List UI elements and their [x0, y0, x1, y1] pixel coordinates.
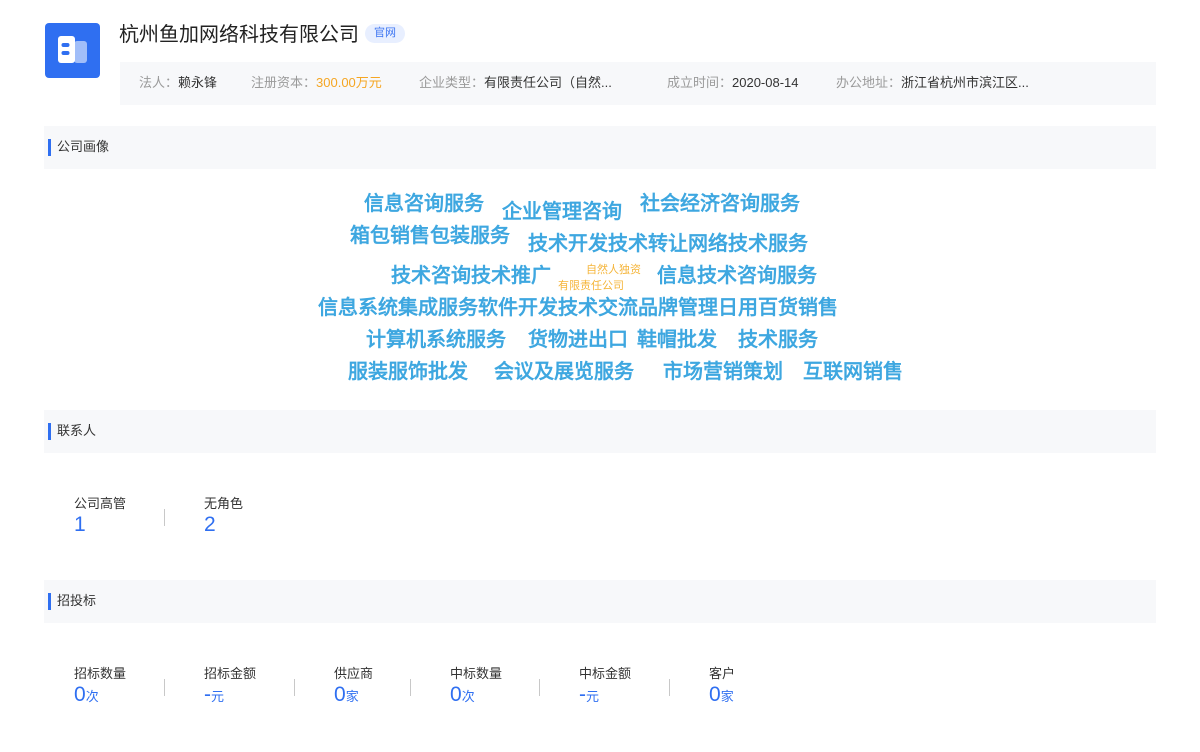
stat-value: 1	[74, 513, 126, 537]
word-cloud-tag: 技术开发	[528, 233, 608, 255]
word-cloud-tag: 鞋帽批发	[637, 329, 717, 351]
info-label: 法人：	[139, 75, 179, 90]
stat-divider	[294, 679, 295, 696]
section-contacts: 联系人	[44, 410, 1156, 453]
stat-value: 0家	[334, 683, 373, 707]
info-value: 浙江省杭州市滨江区...	[901, 75, 1029, 90]
word-cloud-tag: 有限责任公司	[558, 280, 624, 292]
word-cloud-tag: 信息系统集成服务	[318, 297, 478, 319]
company-name: 杭州鱼加网络科技有限公司	[119, 24, 359, 46]
company-logo	[45, 23, 100, 78]
bid-stat-award-count[interactable]: 中标数量 0次	[450, 663, 502, 707]
bid-stat-award-amount[interactable]: 中标金额 -元	[579, 663, 631, 707]
official-site-tag[interactable]: 官网	[365, 24, 405, 43]
stat-number: 0	[74, 683, 86, 706]
stat-value: 0次	[74, 683, 126, 707]
stat-number: 0	[334, 683, 346, 706]
section-accent-bar	[48, 139, 51, 156]
section-accent-bar	[48, 423, 51, 440]
word-cloud-tag: 会议及展览服务	[494, 361, 634, 383]
stat-label: 公司高管	[74, 496, 127, 511]
info-value[interactable]: 赖永锋	[178, 75, 217, 90]
info-legal-person: 法人：赖永锋	[139, 62, 217, 105]
word-cloud-tag: 网络技术服务	[688, 233, 808, 255]
word-cloud-tag: 技术服务	[738, 329, 818, 351]
stat-number: 2	[204, 513, 216, 536]
stat-value: 0次	[450, 683, 502, 707]
stat-label: 客户	[709, 666, 736, 681]
stat-divider	[164, 679, 165, 696]
contact-stat-executives[interactable]: 公司高管 1	[74, 493, 126, 537]
word-cloud-tag: 技术转让	[608, 233, 688, 255]
info-value: 2020-08-14	[732, 75, 799, 90]
stat-divider	[410, 679, 411, 696]
stat-number: -	[579, 683, 586, 706]
info-registered-capital: 注册资本：300.00万元	[251, 62, 382, 105]
stat-divider	[669, 679, 670, 696]
section-accent-bar	[48, 593, 51, 610]
bid-stat-customers[interactable]: 客户 0家	[709, 663, 735, 707]
word-cloud-tag: 日用百货销售	[718, 297, 838, 319]
company-info-bar: 法人：赖永锋 注册资本：300.00万元 企业类型：有限责任公司（自然... 成…	[120, 62, 1156, 105]
stat-value: 0家	[709, 683, 735, 707]
section-title: 公司画像	[57, 139, 110, 154]
building-icon	[58, 36, 87, 63]
word-cloud-tag: 包装服务	[430, 225, 510, 247]
word-cloud-tag: 箱包销售	[350, 225, 430, 247]
bid-stat-tender-amount[interactable]: 招标金额 -元	[204, 663, 256, 707]
word-cloud-tag: 自然人独资	[586, 264, 641, 276]
stat-number: -	[204, 683, 211, 706]
stat-label: 供应商	[334, 666, 374, 681]
word-cloud-tag: 市场营销策划	[663, 361, 783, 383]
stat-unit: 元	[586, 689, 600, 704]
word-cloud-tag: 货物进出口	[528, 329, 628, 351]
stat-number: 1	[74, 513, 86, 536]
stat-value: 2	[204, 513, 243, 537]
stat-unit: 家	[345, 689, 359, 704]
section-bidding: 招投标	[44, 580, 1156, 623]
word-cloud-tag: 社会经济咨询服务	[640, 193, 800, 215]
word-cloud-tag: 软件开发	[478, 297, 558, 319]
stat-label: 中标金额	[579, 666, 632, 681]
word-cloud-tag: 技术咨询	[391, 265, 471, 287]
word-cloud-tag: 品牌管理	[638, 297, 718, 319]
stat-label: 中标数量	[450, 666, 503, 681]
bid-stat-tender-count[interactable]: 招标数量 0次	[74, 663, 126, 707]
info-office-address: 办公地址：浙江省杭州市滨江区...	[836, 62, 1029, 105]
word-cloud-tag: 互联网销售	[803, 361, 903, 383]
info-label: 成立时间：	[667, 75, 733, 90]
stat-divider	[539, 679, 540, 696]
stat-value: -元	[579, 683, 631, 707]
word-cloud-tag: 技术推广	[471, 265, 551, 287]
info-value: 有限责任公司（自然...	[484, 75, 612, 90]
word-cloud-tag: 服装服饰批发	[348, 361, 468, 383]
word-cloud-tag: 计算机系统服务	[366, 329, 506, 351]
stat-number: 0	[709, 683, 721, 706]
info-label: 注册资本：	[251, 75, 317, 90]
stat-unit: 次	[85, 689, 99, 704]
stat-label: 招标数量	[74, 666, 127, 681]
word-cloud-tag: 企业管理咨询	[502, 201, 622, 223]
info-value: 300.00万元	[316, 75, 382, 90]
contact-stat-no-role[interactable]: 无角色 2	[204, 493, 243, 537]
stat-label: 招标金额	[204, 666, 257, 681]
word-cloud-tag: 信息技术咨询服务	[657, 265, 817, 287]
stat-unit: 次	[461, 689, 475, 704]
stat-unit: 元	[211, 689, 225, 704]
info-label: 企业类型：	[419, 75, 485, 90]
info-company-type: 企业类型：有限责任公司（自然...	[419, 62, 612, 105]
section-title: 招投标	[57, 593, 97, 608]
word-cloud-tag: 技术交流	[558, 297, 638, 319]
stat-number: 0	[450, 683, 462, 706]
stat-divider	[164, 509, 165, 526]
stat-unit: 家	[720, 689, 734, 704]
stat-label: 无角色	[204, 496, 244, 511]
stat-value: -元	[204, 683, 256, 707]
section-title: 联系人	[57, 423, 97, 438]
info-label: 办公地址：	[836, 75, 902, 90]
info-founded-date: 成立时间：2020-08-14	[667, 62, 799, 105]
bid-stat-suppliers[interactable]: 供应商 0家	[334, 663, 373, 707]
section-company-profile: 公司画像	[44, 126, 1156, 169]
word-cloud-tag: 信息咨询服务	[364, 193, 484, 215]
